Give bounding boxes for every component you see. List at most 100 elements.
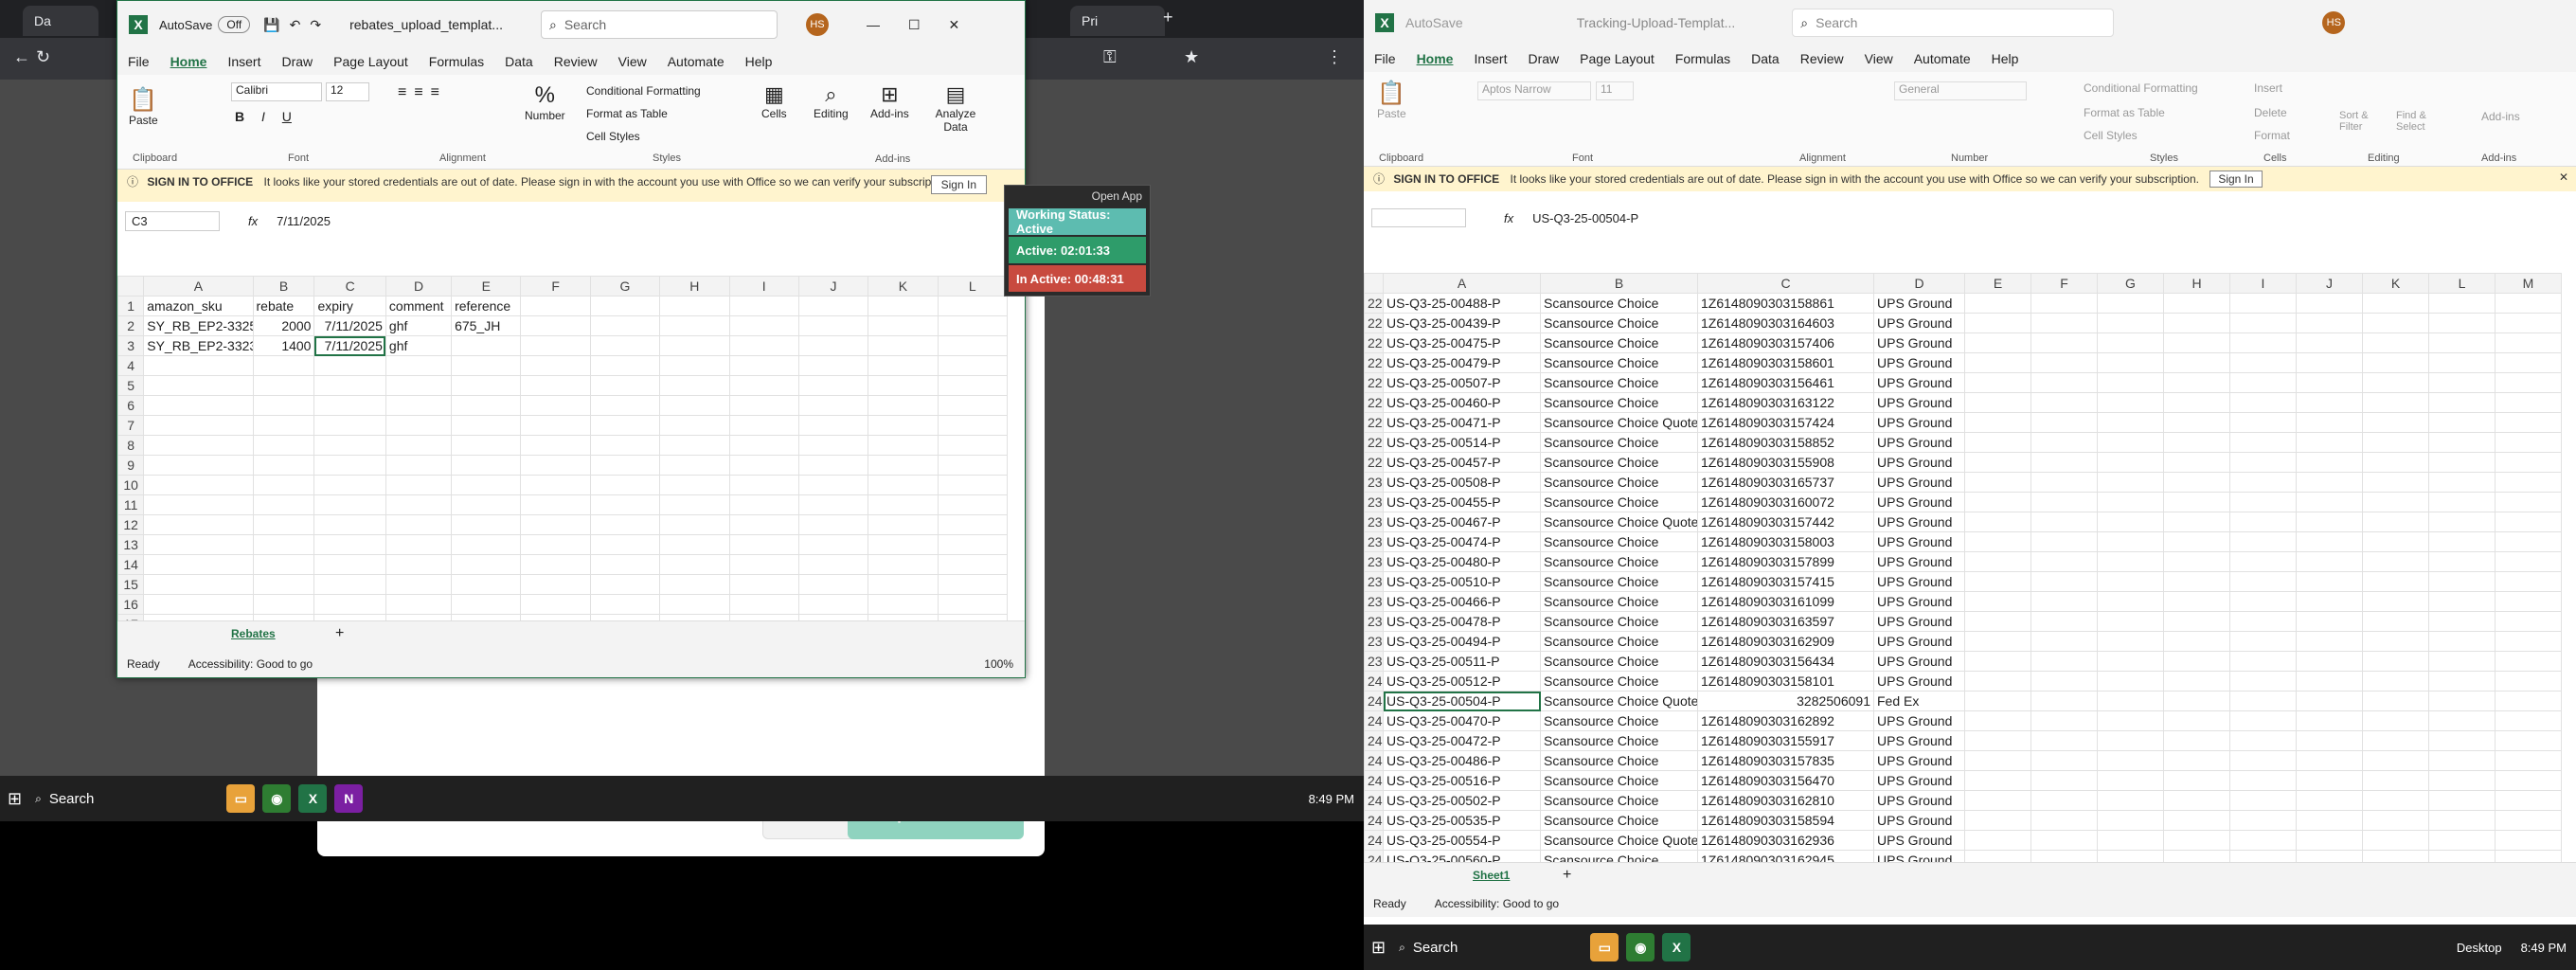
search-box[interactable]: ⌕ Search [1792, 9, 2115, 37]
name-box[interactable] [1371, 208, 1466, 227]
cell[interactable] [2362, 452, 2429, 473]
cell[interactable]: 1Z6148090303157424 [1697, 412, 1874, 433]
cell[interactable] [451, 375, 522, 396]
tab-automate[interactable]: Automate [657, 54, 735, 69]
row-header[interactable]: 238 [1364, 631, 1384, 652]
cell[interactable] [659, 375, 730, 396]
cell[interactable] [1964, 392, 2031, 413]
cell[interactable] [2030, 452, 2098, 473]
column-header[interactable]: L [937, 276, 1009, 296]
row-header[interactable]: 8 [116, 435, 145, 456]
cell[interactable] [2495, 750, 2562, 771]
paste-button[interactable]: 📋 Paste [129, 86, 158, 127]
cell[interactable] [2362, 412, 2429, 433]
cell[interactable] [2030, 332, 2098, 353]
cell[interactable] [937, 494, 1009, 515]
cell[interactable] [2362, 611, 2429, 632]
cell[interactable]: 1Z6148090303157406 [1697, 332, 1874, 353]
italic-icon[interactable]: I [261, 109, 265, 124]
cell[interactable]: US-Q3-25-00514-P [1383, 432, 1541, 453]
cell[interactable] [728, 494, 799, 515]
cell[interactable] [2362, 372, 2429, 393]
cell[interactable] [2296, 810, 2363, 831]
cell[interactable] [2229, 412, 2297, 433]
cell[interactable] [937, 315, 1009, 336]
cell[interactable] [2296, 551, 2363, 572]
cell[interactable] [2296, 631, 2363, 652]
cell[interactable] [2097, 512, 2164, 532]
cell[interactable] [728, 355, 799, 376]
cell[interactable] [143, 514, 254, 535]
cell[interactable] [451, 455, 522, 476]
cell[interactable] [2097, 551, 2164, 572]
cell[interactable] [451, 335, 522, 356]
cell[interactable] [2296, 531, 2363, 552]
cell[interactable]: Scansource Choice [1540, 472, 1698, 493]
cell[interactable]: UPS Ground [1873, 790, 1965, 811]
delete-button[interactable]: Delete [2254, 106, 2287, 119]
column-header[interactable]: L [2428, 273, 2496, 294]
cell[interactable]: 1400 [252, 335, 315, 356]
formula-input[interactable]: 7/11/2025 [277, 214, 331, 228]
row-header[interactable]: 235 [1364, 571, 1384, 592]
cell[interactable] [728, 534, 799, 555]
cell[interactable]: UPS Ground [1873, 611, 1965, 632]
cell[interactable]: 3282506091 [1697, 691, 1874, 711]
cell[interactable] [589, 534, 661, 555]
name-box[interactable]: C3 [125, 210, 220, 231]
cell[interactable]: 1Z6148090303163597 [1697, 611, 1874, 632]
cell[interactable] [2229, 730, 2297, 751]
cell[interactable] [589, 375, 661, 396]
cell[interactable] [1964, 790, 2031, 811]
cell[interactable] [2163, 770, 2230, 791]
cell[interactable] [2362, 432, 2429, 453]
cell[interactable] [2296, 293, 2363, 314]
cell[interactable] [2362, 691, 2429, 711]
bold-icon[interactable]: B [235, 109, 244, 124]
cell[interactable] [2229, 452, 2297, 473]
redo-icon[interactable]: ↷ [310, 17, 321, 33]
cell[interactable] [520, 315, 591, 336]
cell[interactable] [728, 435, 799, 456]
cell[interactable] [2428, 750, 2496, 771]
cell[interactable] [2428, 432, 2496, 453]
cell[interactable]: 1Z6148090303165737 [1697, 472, 1874, 493]
cell[interactable]: US-Q3-25-00504-P [1383, 691, 1541, 711]
cell[interactable]: Scansource Choice Quoted [1540, 412, 1698, 433]
cell[interactable] [385, 514, 453, 535]
cell[interactable]: US-Q3-25-00472-P [1383, 730, 1541, 751]
cell[interactable] [2097, 412, 2164, 433]
cell[interactable]: US-Q3-25-00478-P [1383, 611, 1541, 632]
cell[interactable]: Scansource Choice [1540, 372, 1698, 393]
cell[interactable] [2428, 611, 2496, 632]
cell[interactable] [797, 395, 869, 416]
cell[interactable] [2030, 432, 2098, 453]
cell[interactable] [2495, 611, 2562, 632]
cell[interactable]: 1Z6148090303155917 [1697, 730, 1874, 751]
cell[interactable] [2428, 671, 2496, 692]
cell[interactable] [2296, 830, 2363, 851]
cell[interactable] [589, 415, 661, 436]
cell[interactable]: UPS Ground [1873, 591, 1965, 612]
cell[interactable]: 1Z6148090303157415 [1697, 571, 1874, 592]
cell[interactable] [313, 395, 386, 416]
cell[interactable] [520, 455, 591, 476]
cell[interactable] [2229, 392, 2297, 413]
cell[interactable]: Scansource Choice [1540, 730, 1698, 751]
cell[interactable] [2097, 730, 2164, 751]
cell[interactable] [2163, 313, 2230, 333]
cell[interactable] [2163, 332, 2230, 353]
cell[interactable] [313, 534, 386, 555]
cell[interactable]: US-Q3-25-00474-P [1383, 531, 1541, 552]
cell[interactable]: Scansource Choice [1540, 750, 1698, 771]
cell[interactable] [2362, 332, 2429, 353]
cell[interactable] [2097, 830, 2164, 851]
cell[interactable] [2163, 631, 2230, 652]
cell[interactable] [2495, 293, 2562, 314]
cell[interactable] [659, 315, 730, 336]
cell[interactable] [589, 296, 661, 316]
cell[interactable]: 7/11/2025 [313, 335, 386, 356]
cell[interactable] [2030, 691, 2098, 711]
column-header[interactable]: B [1540, 273, 1698, 294]
cell[interactable] [2362, 651, 2429, 672]
